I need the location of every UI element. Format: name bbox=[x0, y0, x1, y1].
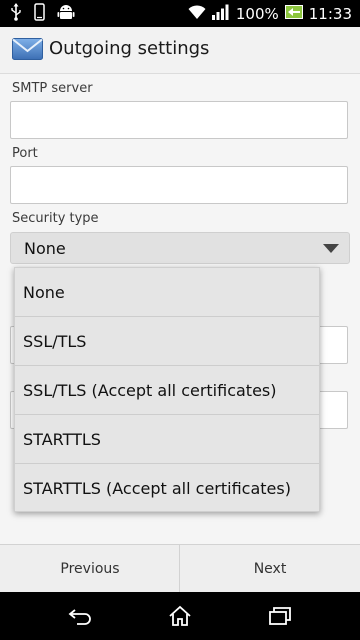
phone-icon bbox=[34, 2, 45, 25]
recent-apps-icon[interactable] bbox=[260, 602, 300, 630]
port-input[interactable] bbox=[10, 166, 348, 204]
signal-icon bbox=[211, 4, 230, 24]
page-title: Outgoing settings bbox=[49, 38, 210, 59]
dropdown-option[interactable]: None bbox=[15, 268, 319, 317]
security-type-value: None bbox=[24, 239, 66, 258]
usb-icon bbox=[10, 2, 22, 25]
port-label: Port bbox=[12, 146, 38, 161]
dropdown-option[interactable]: STARTTLS bbox=[15, 415, 319, 464]
screen: 100% 11:33 Outgoing settings SMTP server… bbox=[0, 0, 360, 640]
bottom-button-bar: Previous Next bbox=[0, 544, 360, 593]
security-type-dropdown: None SSL/TLS SSL/TLS (Accept all certifi… bbox=[14, 267, 320, 512]
dropdown-arrow-icon bbox=[323, 244, 339, 253]
security-type-spinner[interactable]: None bbox=[10, 232, 350, 264]
status-bar: 100% 11:33 bbox=[0, 0, 360, 27]
battery-icon bbox=[284, 4, 303, 23]
back-icon[interactable] bbox=[60, 602, 100, 630]
smtp-server-label: SMTP server bbox=[12, 81, 93, 96]
dropdown-option[interactable]: SSL/TLS (Accept all certificates) bbox=[15, 366, 319, 415]
battery-percent: 100% bbox=[235, 4, 279, 23]
clock: 11:33 bbox=[308, 4, 352, 23]
dropdown-option[interactable]: SSL/TLS bbox=[15, 317, 319, 366]
wifi-icon bbox=[188, 4, 206, 24]
next-button[interactable]: Next bbox=[180, 545, 360, 593]
previous-button[interactable]: Previous bbox=[0, 545, 180, 593]
navigation-bar bbox=[0, 592, 360, 640]
action-bar: Outgoing settings bbox=[0, 27, 360, 74]
email-envelope-icon bbox=[12, 38, 43, 60]
dropdown-option[interactable]: STARTTLS (Accept all certificates) bbox=[15, 464, 319, 513]
smtp-server-input[interactable] bbox=[10, 101, 348, 139]
home-icon[interactable] bbox=[160, 602, 200, 630]
android-icon bbox=[57, 3, 75, 25]
status-left bbox=[10, 2, 75, 25]
security-type-label: Security type bbox=[12, 211, 99, 226]
status-right: 100% 11:33 bbox=[188, 0, 352, 27]
